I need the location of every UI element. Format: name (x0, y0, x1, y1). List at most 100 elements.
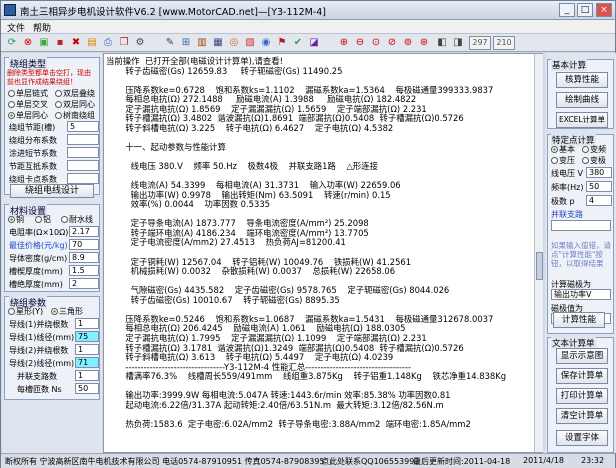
radio-dot (551, 157, 558, 164)
settings-icon[interactable]: ⚙ (133, 36, 147, 50)
distribution-factor-row: 绕组分布系数 (9, 134, 101, 146)
slot-insulation-input[interactable]: 2 (69, 278, 99, 289)
minimize-button[interactable]: _ (559, 3, 575, 17)
pitch-input[interactable]: 5 (67, 121, 99, 132)
zoom-reset-icon[interactable]: ⊛ (417, 36, 431, 50)
scrollbar-thumb[interactable] (536, 252, 543, 280)
window-title: 南土三相异步电机设计软件V6.2 [www.MotorCAD.net]—[Y3-… (20, 7, 326, 18)
maximize-button[interactable]: □ (577, 3, 593, 17)
font-settings-button[interactable]: 设置字体 (556, 430, 608, 446)
radio-dot (8, 90, 15, 97)
motor-icon[interactable]: ◉ (259, 36, 273, 50)
zoom-width-icon[interactable]: ⊘ (385, 36, 399, 50)
radio-dot (55, 90, 62, 97)
poles-input[interactable]: 4 (586, 195, 612, 206)
menu-bar: 文件 帮助 (1, 20, 615, 34)
frequency-label: 频率(Hz) (551, 183, 584, 192)
doc-sheet-group: 文本计算单 显示示意图 保存计算单 打印计算单 清空计算单 设置字体 (547, 337, 614, 453)
radio-copper[interactable]: 铜 (8, 214, 24, 225)
parallel-paths-input[interactable]: 1 (75, 370, 99, 381)
radio-dot (35, 216, 42, 223)
menu-file[interactable]: 文件 (7, 21, 25, 34)
report-text-area[interactable]: 当前操作 已打开全部(电磁设计计算单),请查看! 转子齿磁密(Gs) 12659… (103, 53, 543, 453)
winding-hint-2: 前也显作成结果绕组！ (7, 78, 77, 86)
radio-variable-pole[interactable]: 变极 (582, 155, 606, 166)
wire2-diameter-input[interactable]: 71 (75, 357, 99, 368)
page-width-input[interactable]: 297 (469, 36, 491, 50)
offset-factor-input[interactable] (67, 160, 99, 171)
folder-icon[interactable]: ▤ (85, 36, 99, 50)
clear-sheet-button[interactable]: 清空计算单 (556, 408, 608, 424)
report-line: 转子齿磁密(Gs) 10010.67 转子轭磁密(Gs) 8895.35 (120, 294, 340, 305)
radio-delta[interactable]: 三角形 (51, 306, 83, 317)
grid-icon[interactable]: ▦ (211, 36, 225, 50)
radio-single-cross[interactable]: 单层交叉 (8, 99, 48, 110)
print-sheet-button[interactable]: 打印计算单 (556, 388, 608, 404)
page-next-icon[interactable]: ◨ (451, 36, 465, 50)
wire1-count-input[interactable]: 1 (75, 318, 99, 329)
radio-dot (55, 101, 62, 108)
radio-tree-winding[interactable]: 树南绕组 (55, 110, 95, 121)
app-window: 南土三相异步电机设计软件V6.2 [www.MotorCAD.net]—[Y3-… (0, 0, 616, 468)
new-icon[interactable]: ▣ (37, 36, 51, 50)
ruler-icon[interactable]: ⊞ (179, 36, 193, 50)
radio-double-lap[interactable]: 双层叠绕 (55, 88, 95, 99)
pen-icon[interactable]: ✎ (163, 36, 177, 50)
page-height-input[interactable]: 210 (493, 36, 515, 50)
check-icon[interactable]: ✔ (291, 36, 305, 50)
draw-curve-button[interactable]: 绘制曲线 (556, 92, 608, 108)
calc-performance-button[interactable]: 计算性能 (553, 312, 605, 328)
frequency-input[interactable]: 50 (586, 181, 612, 192)
print-icon[interactable]: ⎙ (101, 36, 115, 50)
radio-variable-voltage[interactable]: 变压 (551, 155, 575, 166)
check-performance-button[interactable]: 核算性能 (556, 72, 608, 88)
show-diagram-button[interactable]: 显示示意图 (556, 348, 608, 364)
price-input[interactable]: 70 (69, 239, 99, 250)
density-input[interactable]: 8.9 (69, 252, 99, 263)
radio-single-concentric[interactable]: 单层同心 (8, 110, 48, 121)
report-scrollbar[interactable] (534, 54, 543, 452)
parallel-select[interactable] (551, 220, 611, 231)
flag-icon[interactable]: ⚑ (275, 36, 289, 50)
radio-double-concentric[interactable]: 双层同心 (55, 99, 95, 110)
save-icon[interactable]: ▪ (53, 36, 67, 50)
zoom-fit-icon[interactable]: ⊙ (369, 36, 383, 50)
save-sheet-button[interactable]: 保存计算单 (556, 368, 608, 384)
zoom-page-icon[interactable]: ⊚ (401, 36, 415, 50)
wire2-count-input[interactable]: 1 (75, 344, 99, 355)
line-voltage-label: 线电压 V (551, 169, 584, 178)
slope-icon[interactable]: ◪ (307, 36, 321, 50)
refresh-icon[interactable]: ⟳ (5, 36, 19, 50)
table-icon[interactable]: ▧ (243, 36, 257, 50)
delete-icon[interactable]: ✖ (69, 36, 83, 50)
copy-icon[interactable]: ❐ (117, 36, 131, 50)
radio-star[interactable]: 星形(Y) (8, 306, 43, 317)
wire1-diameter-input[interactable]: 75 (75, 331, 99, 342)
poles-label: 极数 p (551, 197, 575, 206)
wedge-thickness-input[interactable]: 1.5 (69, 265, 99, 276)
stop-icon[interactable]: ⊗ (21, 36, 35, 50)
resistivity-input[interactable]: 2.17 (69, 226, 99, 237)
zoom-in-icon[interactable]: ⊕ (337, 36, 351, 50)
radio-variable-freq[interactable]: 变频 (582, 144, 606, 155)
menu-help[interactable]: 帮助 (33, 21, 51, 34)
zoom-out-icon[interactable]: ⊖ (353, 36, 367, 50)
calc-hint: 如果输入值错，请点"计算性能"按钮，以取得结果 (551, 241, 611, 268)
status-qq-link[interactable]: 点此处联系QQ106553993 (321, 456, 419, 467)
radio-water-resistant[interactable]: 耐水线 (61, 214, 93, 225)
coil-design-button[interactable]: 绕组电线设计 (10, 184, 94, 198)
radio-single-chain[interactable]: 单层链式 (8, 88, 48, 99)
winding-icon[interactable]: ◎ (227, 36, 241, 50)
line-voltage-input[interactable]: 380 (586, 167, 612, 178)
radio-aluminum[interactable]: 铝 (35, 214, 51, 225)
winding-factor-input[interactable] (67, 173, 99, 184)
distribution-factor-input[interactable] (67, 134, 99, 145)
close-button[interactable]: × (596, 3, 612, 17)
turns-per-slot-input[interactable]: 50 (75, 383, 99, 394)
calc-target-select[interactable]: 输出功率V (551, 289, 611, 300)
chart-icon[interactable]: ▥ (195, 36, 209, 50)
excel-sheet-button[interactable]: EXCEL计算单 (556, 112, 608, 128)
page-prev-icon[interactable]: ◧ (435, 36, 449, 50)
short-pitch-input[interactable] (67, 147, 99, 158)
radio-basic[interactable]: 基本 (551, 144, 575, 155)
